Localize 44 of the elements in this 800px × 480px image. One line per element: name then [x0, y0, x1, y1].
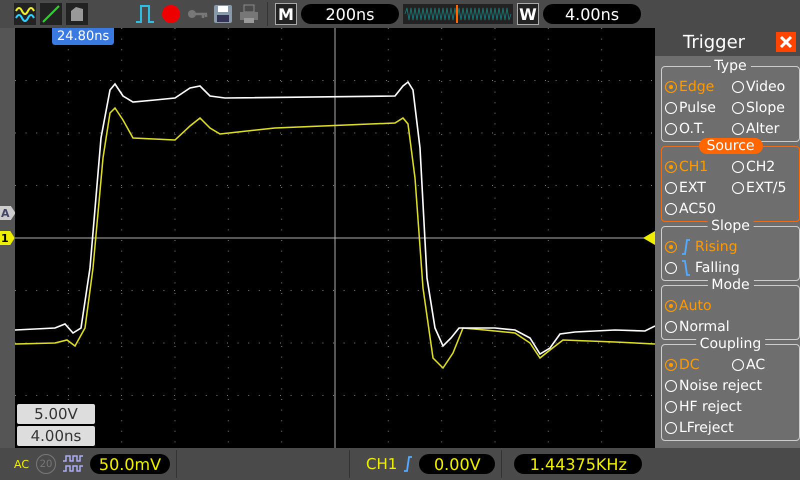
frequency-readout: 1.44375KHz [514, 454, 642, 474]
radio-option[interactable]: Video [732, 76, 799, 97]
window-key[interactable]: W [517, 3, 539, 25]
rising-edge-icon [403, 456, 414, 472]
scale-readout: 4.00ns [17, 426, 95, 446]
trigger-source-label: CH1 [366, 455, 398, 473]
radio-option[interactable]: Normal [665, 316, 732, 337]
trigger-level-readout: 0.00V [419, 454, 496, 474]
radio-option[interactable]: EXT/5 [732, 177, 799, 198]
radio-option[interactable]: EXT [665, 177, 732, 198]
coupling-indicator: AC [14, 458, 30, 470]
square-wave-icon [62, 453, 84, 475]
pulse-icon[interactable] [134, 3, 156, 25]
radio-option[interactable]: Pulse [665, 97, 732, 118]
radio-option[interactable]: Slope [732, 97, 799, 118]
waveform-mode-icon[interactable] [14, 3, 36, 25]
image-icon[interactable] [66, 3, 88, 25]
channel-marker[interactable]: 1 [0, 231, 15, 245]
record-dot-icon[interactable] [160, 3, 182, 25]
radio-option[interactable]: CH2 [732, 156, 799, 177]
radio-option[interactable]: AC [732, 354, 799, 375]
scale-readout: 5.00V [17, 404, 95, 424]
section-title: Source [698, 138, 763, 154]
slope-line-icon[interactable] [40, 3, 62, 25]
radio-option[interactable]: AC50 [665, 198, 732, 219]
radio-option[interactable]: LFreject [665, 417, 734, 438]
memory-key[interactable]: M [275, 3, 297, 25]
close-icon[interactable] [776, 32, 796, 52]
menu-title: Trigger [683, 32, 746, 52]
radio-option[interactable]: Alter [732, 118, 799, 139]
section-title: Slope [707, 218, 754, 234]
section-title: Type [710, 58, 751, 74]
window-scale-readout: 4.00ns [543, 4, 641, 24]
section-title: Coupling [696, 336, 766, 352]
radio-option[interactable]: O.T. [665, 118, 732, 139]
trigger-position-flag[interactable]: 24.80ns [52, 28, 114, 45]
rising-edge-icon [681, 238, 691, 254]
radio-option[interactable]: Falling [665, 257, 740, 278]
channel-marker[interactable]: A [0, 206, 16, 220]
radio-option[interactable]: HF reject [665, 396, 742, 417]
channel-scale-readout: 50.0mV [90, 454, 170, 474]
radio-option[interactable]: Noise reject [665, 375, 762, 396]
horizontal-position-readout: 200ns [301, 4, 399, 24]
falling-edge-icon [681, 260, 691, 276]
